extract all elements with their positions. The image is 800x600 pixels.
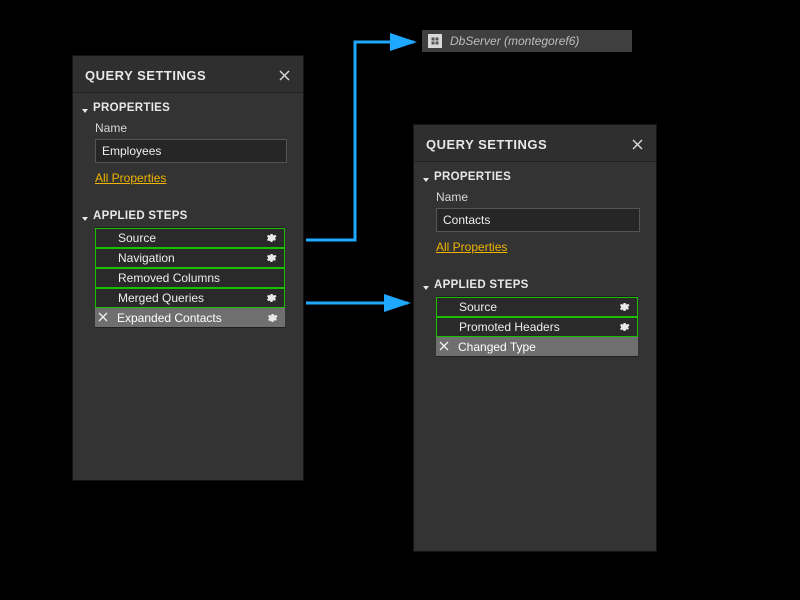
step-settings-button[interactable] — [617, 320, 631, 334]
panel-header: QUERY SETTINGS — [73, 56, 303, 93]
step-label: Source — [459, 300, 617, 314]
database-icon — [428, 34, 442, 48]
applied-steps-header[interactable]: APPLIED STEPS — [81, 207, 293, 225]
delete-icon — [98, 312, 108, 322]
properties-section: PROPERTIES Name All Properties — [73, 93, 303, 201]
step-label: Changed Type — [458, 340, 632, 354]
panel-header: QUERY SETTINGS — [414, 125, 656, 162]
query-name-input[interactable] — [436, 208, 640, 232]
gear-icon — [618, 301, 630, 313]
close-icon — [632, 139, 643, 150]
delete-step-button[interactable] — [98, 311, 112, 325]
applied-step-row[interactable]: Source — [436, 297, 638, 317]
query-name-input[interactable] — [95, 139, 287, 163]
step-settings-button[interactable] — [265, 311, 279, 325]
gear-icon — [265, 232, 277, 244]
step-label: Expanded Contacts — [117, 311, 265, 325]
panel-title: QUERY SETTINGS — [426, 137, 547, 152]
delete-step-button[interactable] — [439, 340, 453, 354]
gear-icon — [618, 321, 630, 333]
gear-icon — [266, 312, 278, 324]
step-settings-button[interactable] — [264, 251, 278, 265]
step-label: Promoted Headers — [459, 320, 617, 334]
close-icon — [279, 70, 290, 81]
close-button[interactable] — [275, 66, 293, 84]
properties-section: PROPERTIES Name All Properties — [414, 162, 656, 270]
applied-step-row[interactable]: Changed Type — [436, 337, 638, 357]
name-label: Name — [436, 190, 640, 204]
step-label: Navigation — [118, 251, 264, 265]
step-settings-button[interactable] — [264, 231, 278, 245]
gear-icon — [265, 252, 277, 264]
applied-step-row[interactable]: Promoted Headers — [436, 317, 638, 337]
step-settings-button[interactable] — [264, 291, 278, 305]
applied-step-row[interactable]: Expanded Contacts — [95, 308, 285, 328]
caret-down-icon — [81, 104, 89, 112]
step-label: Source — [118, 231, 264, 245]
applied-step-row[interactable]: Navigation — [95, 248, 285, 268]
applied-steps-list: Source Navigation Removed Columns Merged Qu… — [95, 227, 285, 328]
applied-steps-section: APPLIED STEPS Source Navigation Removed Co… — [73, 201, 303, 480]
panel-title: QUERY SETTINGS — [85, 68, 206, 83]
db-server-node[interactable]: DbServer (montegoref6) — [422, 30, 632, 52]
applied-steps-list: Source Promoted Headers Changed Type — [436, 296, 638, 357]
properties-title: PROPERTIES — [93, 102, 170, 114]
all-properties-link[interactable]: All Properties — [436, 240, 507, 254]
step-label: Removed Columns — [118, 271, 278, 285]
applied-step-row[interactable]: Source — [95, 228, 285, 248]
all-properties-link[interactable]: All Properties — [95, 171, 166, 185]
applied-step-row[interactable]: Removed Columns — [95, 268, 285, 288]
caret-down-icon — [81, 212, 89, 220]
query-settings-panel-right: QUERY SETTINGS PROPERTIES Name All Prope… — [413, 124, 657, 552]
properties-header[interactable]: PROPERTIES — [81, 99, 293, 117]
step-label: Merged Queries — [118, 291, 264, 305]
properties-header[interactable]: PROPERTIES — [422, 168, 646, 186]
query-settings-panel-left: QUERY SETTINGS PROPERTIES Name All Prope… — [72, 55, 304, 481]
caret-down-icon — [422, 281, 430, 289]
applied-steps-title: APPLIED STEPS — [93, 210, 188, 222]
db-server-label: DbServer (montegoref6) — [450, 34, 579, 48]
delete-icon — [439, 341, 449, 351]
applied-step-row[interactable]: Merged Queries — [95, 288, 285, 308]
caret-down-icon — [422, 173, 430, 181]
applied-steps-section: APPLIED STEPS Source Promoted Headers Chan… — [414, 270, 656, 551]
applied-steps-title: APPLIED STEPS — [434, 279, 529, 291]
applied-steps-header[interactable]: APPLIED STEPS — [422, 276, 646, 294]
name-label: Name — [95, 121, 287, 135]
properties-title: PROPERTIES — [434, 171, 511, 183]
step-settings-button[interactable] — [617, 300, 631, 314]
close-button[interactable] — [628, 135, 646, 153]
gear-icon — [265, 292, 277, 304]
